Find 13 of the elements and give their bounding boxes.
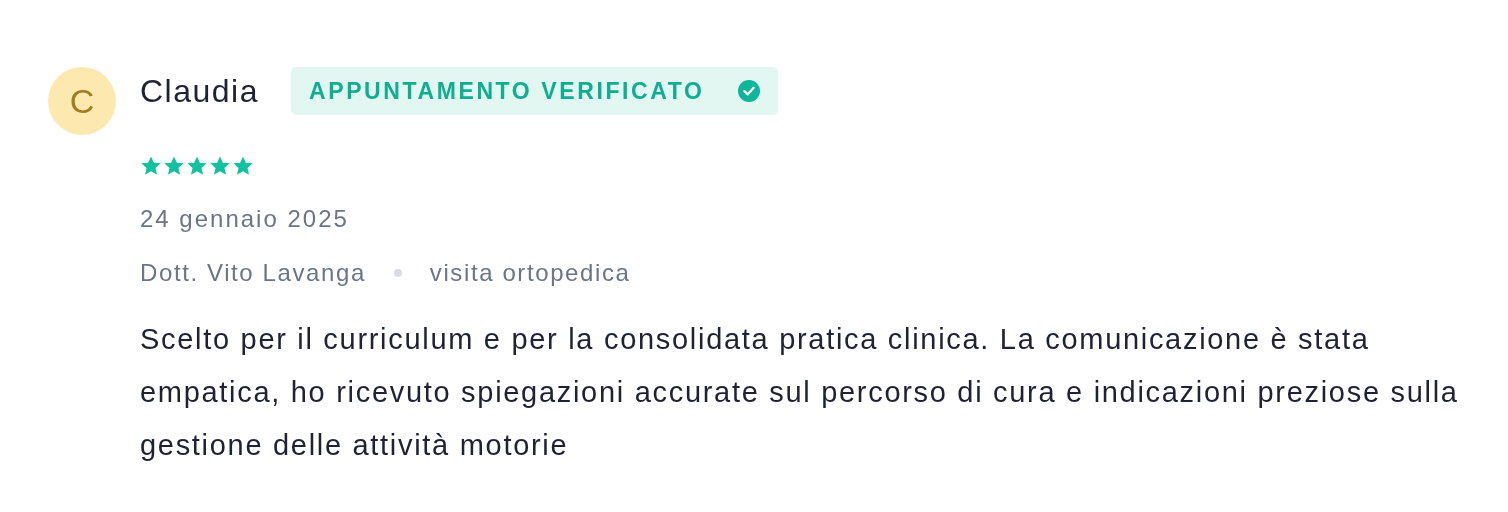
avatar: C: [48, 67, 116, 135]
star-icon: [209, 155, 231, 177]
verified-badge: APPUNTAMENTO VERIFICATO: [291, 67, 779, 115]
separator-dot: [393, 269, 402, 277]
star-icon: [140, 155, 162, 177]
service-name: visita ortopedica: [429, 259, 631, 287]
star-icon: [232, 155, 254, 177]
doctor-name: Dott. Vito Lavanga: [140, 259, 366, 287]
star-icon: [163, 155, 185, 177]
reviewer-name: Claudia: [140, 72, 259, 110]
review-text: Scelto per il curriculum e per la consolidata pratica clinica. La comunicazione è stata empatica, ho ricevuto spiegazioni accurate sul percorso di cura e indicazioni preziose sulla gestione delle attività motorie: [140, 322, 1460, 463]
review-date: 24 gennaio 2025: [140, 205, 350, 233]
star-icon: [186, 155, 208, 177]
